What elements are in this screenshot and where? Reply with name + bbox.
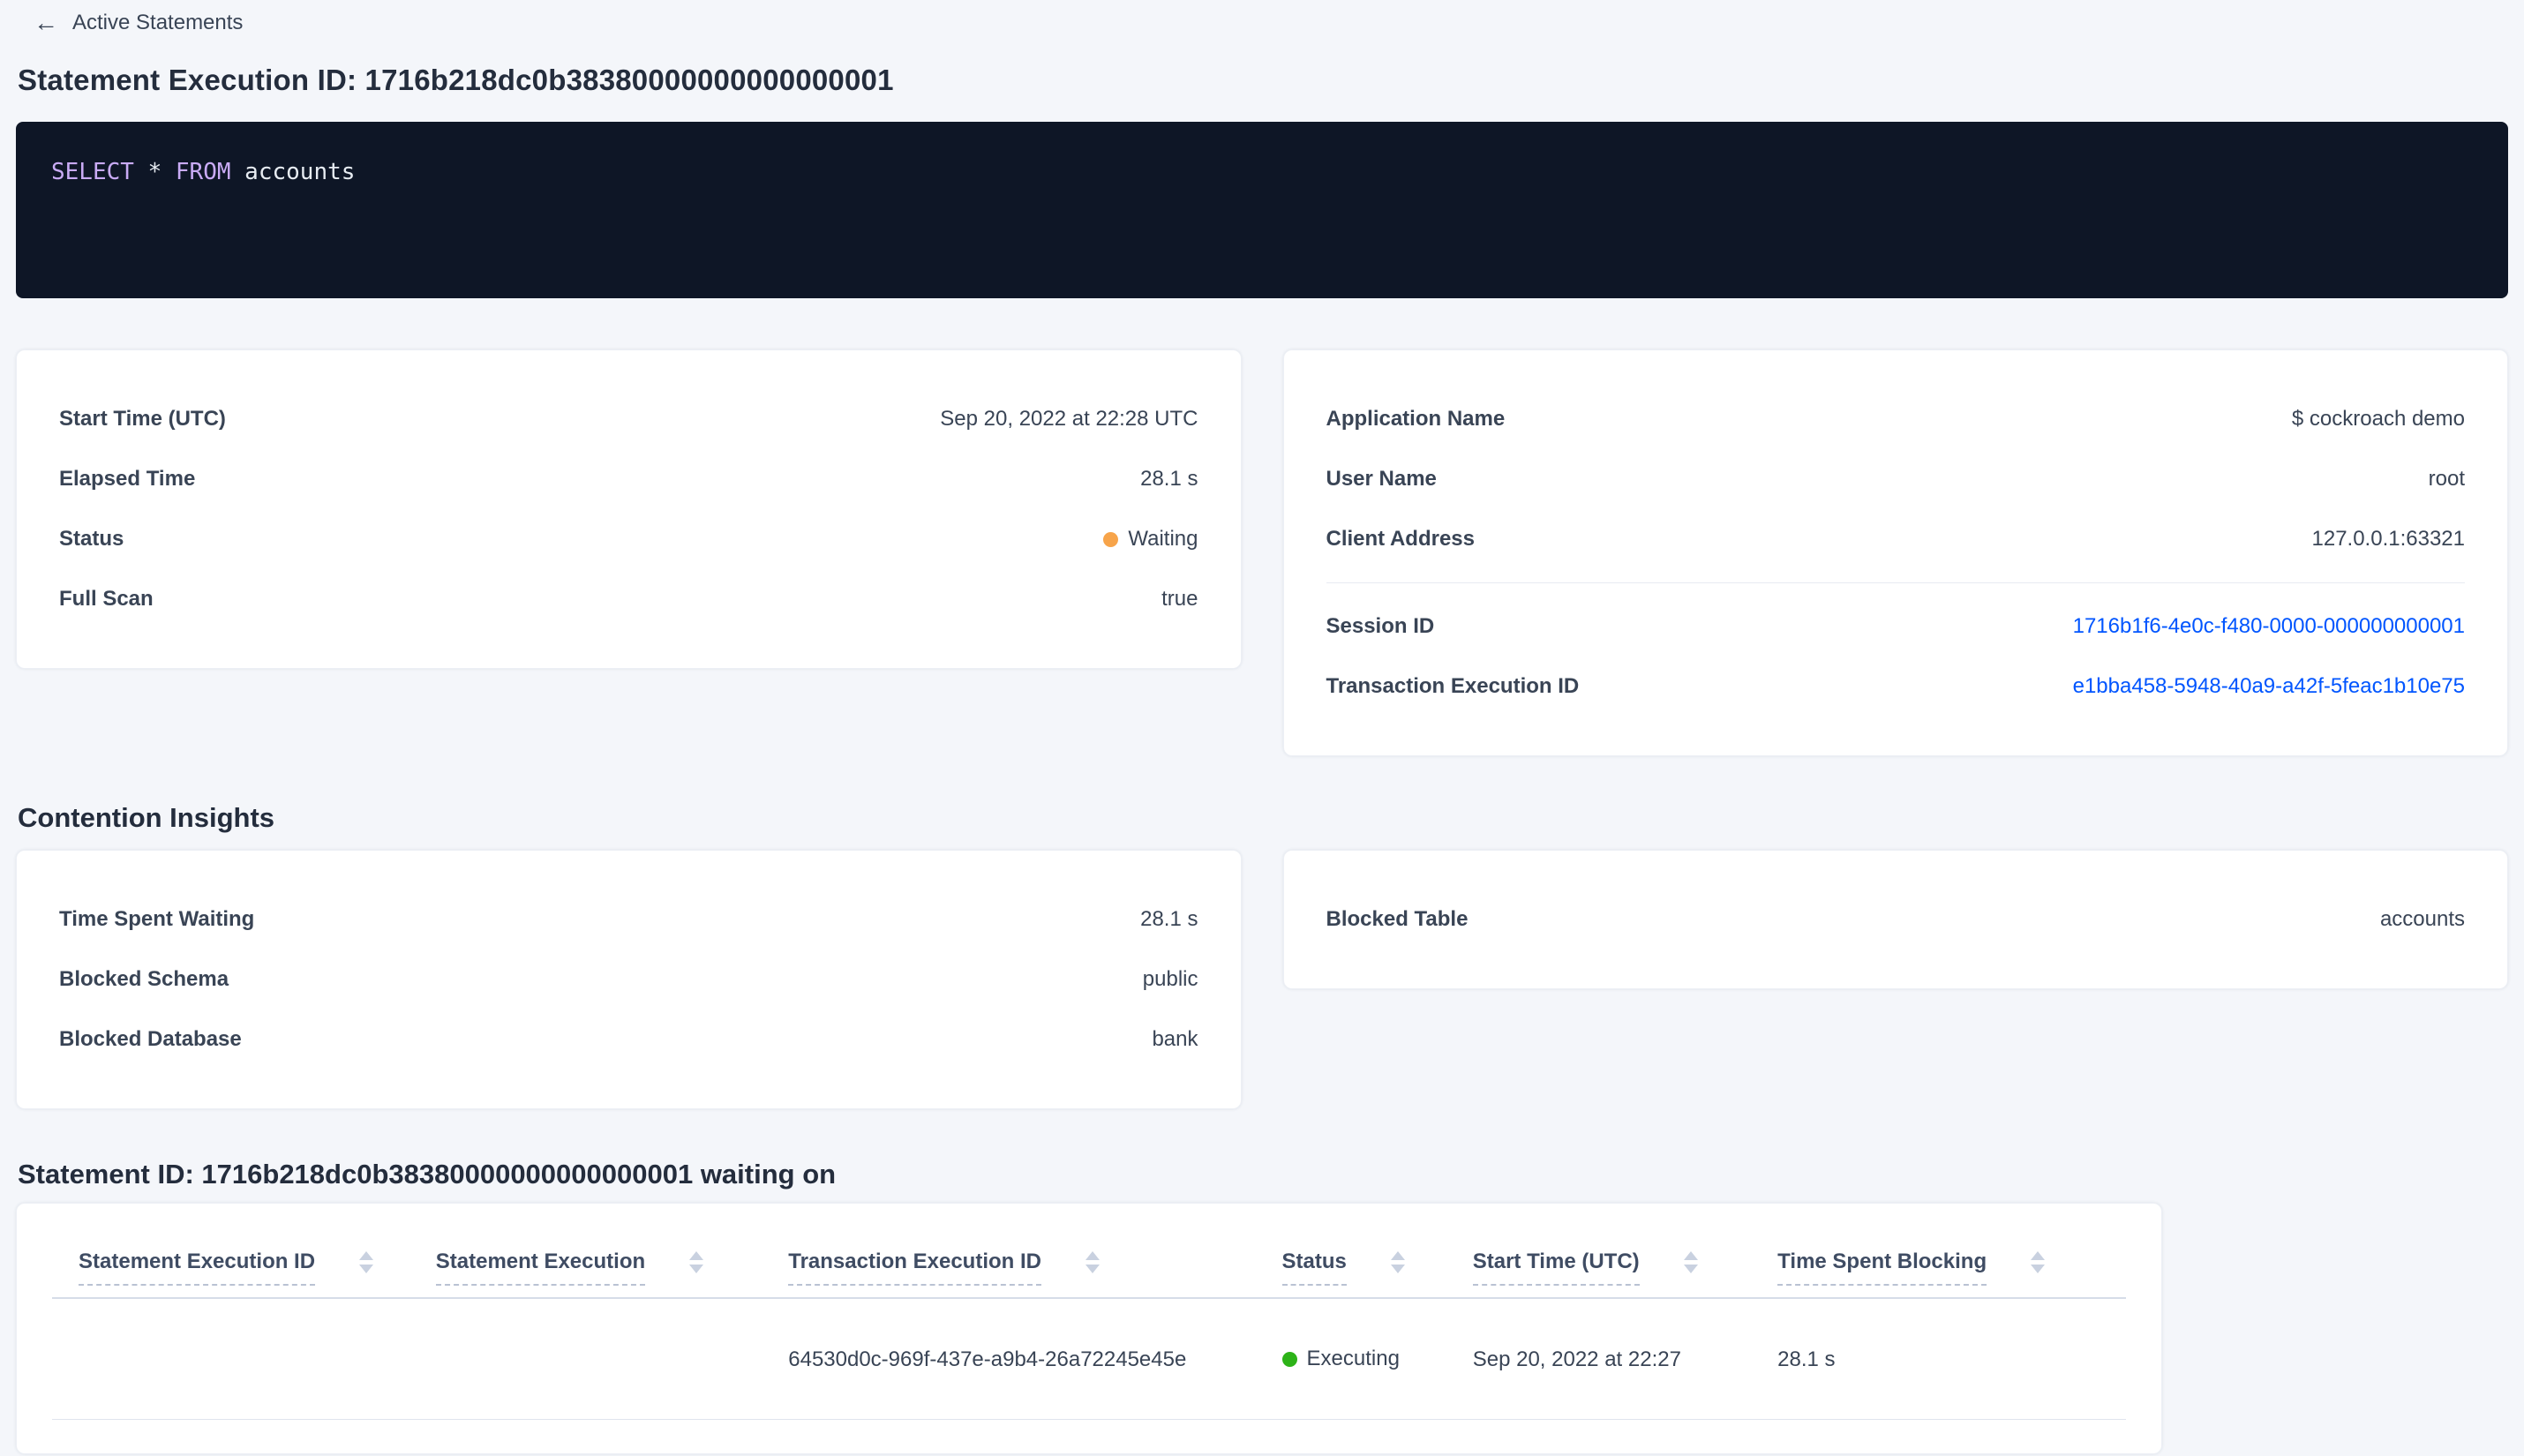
column-header-label: Status	[1281, 1250, 1348, 1286]
card-divider	[1326, 582, 2465, 583]
sql-statement-box: SELECT * FROM accounts	[16, 122, 2508, 298]
status-text: Waiting	[1128, 527, 1198, 551]
detail-value: accounts	[2379, 907, 2465, 931]
sort-arrows-icon	[689, 1250, 704, 1273]
sort-arrows-icon	[1683, 1250, 1698, 1273]
back-link-label: Active Statements	[72, 11, 244, 34]
sql-keyword-from: FROM	[175, 159, 231, 185]
detail-label: Time Spent Waiting	[59, 907, 255, 931]
detail-value: true	[1161, 587, 1198, 611]
arrow-left-icon: ←	[34, 9, 58, 36]
detail-value: Sep 20, 2022 at 22:28 UTC	[940, 407, 1198, 431]
cell-start-time: Sep 20, 2022 at 22:27	[1472, 1298, 1778, 1420]
page-title: Statement Execution ID: 1716b218dc0b3838…	[18, 64, 894, 96]
detail-row-blocked-table: Blocked Table accounts	[1326, 889, 2466, 949]
sort-arrows-icon	[2031, 1250, 2046, 1273]
cell-transaction-execution-id: 64530d0c-969f-437e-a9b4-26a72245e45e	[788, 1298, 1282, 1420]
contention-insights-title: Contention Insights	[18, 802, 275, 833]
column-header-transaction-execution-id[interactable]: Transaction Execution ID	[788, 1204, 1282, 1299]
detail-value: root	[2428, 467, 2465, 491]
detail-row-time-spent-waiting: Time Spent Waiting 28.1 s	[59, 889, 1198, 949]
contention-waiting-card: Time Spent Waiting 28.1 s Blocked Schema…	[16, 850, 1242, 1109]
detail-row-status: Status Waiting	[59, 509, 1198, 569]
detail-row-application-name: Application Name $ cockroach demo	[1326, 389, 2466, 449]
waiting-statements-table-card: Statement Execution ID Statement Executi…	[16, 1203, 2162, 1454]
detail-row-user-name: User Name root	[1326, 449, 2466, 509]
detail-label: Blocked Schema	[59, 967, 229, 991]
detail-row-full-scan: Full Scan true	[59, 569, 1198, 629]
detail-label: Transaction Execution ID	[1326, 674, 1580, 698]
detail-label: Status	[59, 527, 124, 551]
statement-execution-details-page: ← Active Statements Statement Execution …	[0, 0, 2524, 1454]
detail-row-elapsed-time: Elapsed Time 28.1 s	[59, 449, 1198, 509]
contention-cards-row: Time Spent Waiting 28.1 s Blocked Schema…	[16, 850, 2508, 1109]
status-badge: Waiting	[1103, 523, 1198, 555]
column-header-statement-execution[interactable]: Statement Execution	[435, 1204, 789, 1299]
detail-label: Elapsed Time	[59, 467, 196, 491]
waiting-on-title: Statement ID: 1716b218dc0b38380000000000…	[18, 1159, 837, 1190]
session-id-link[interactable]: 1716b1f6-4e0c-f480-0000-000000000001	[2073, 611, 2465, 642]
status-executing-dot-icon	[1281, 1351, 1297, 1367]
overview-cards-row: Start Time (UTC) Sep 20, 2022 at 22:28 U…	[16, 349, 2508, 756]
sort-arrows-icon	[1085, 1250, 1100, 1273]
column-header-label: Start Time (UTC)	[1472, 1250, 1640, 1286]
detail-row-blocked-database: Blocked Database bank	[59, 1009, 1198, 1069]
cell-status: Executing	[1281, 1298, 1473, 1420]
table-row: 64530d0c-969f-437e-a9b4-26a72245e45e Exe…	[52, 1298, 2126, 1420]
waiting-statements-table: Statement Execution ID Statement Executi…	[52, 1204, 2126, 1420]
detail-value: 28.1 s	[1140, 467, 1198, 491]
sql-keyword-select: SELECT	[51, 159, 134, 185]
column-header-time-spent-blocking[interactable]: Time Spent Blocking	[1777, 1204, 2126, 1299]
session-details-card: Application Name $ cockroach demo User N…	[1282, 349, 2508, 756]
column-header-status[interactable]: Status	[1281, 1204, 1473, 1299]
back-link-active-statements[interactable]: ← Active Statements	[34, 11, 243, 35]
sql-star-operator: *	[147, 159, 162, 185]
detail-label: Blocked Database	[59, 1027, 242, 1051]
detail-label: Session ID	[1326, 614, 1435, 638]
detail-value: public	[1142, 967, 1198, 991]
detail-row-session-id: Session ID 1716b1f6-4e0c-f480-0000-00000…	[1326, 597, 2466, 657]
status-badge: Executing	[1281, 1347, 1400, 1371]
detail-label: Start Time (UTC)	[59, 407, 226, 431]
detail-value: 127.0.0.1:63321	[2311, 527, 2466, 551]
status-text: Executing	[1306, 1347, 1400, 1370]
detail-row-blocked-schema: Blocked Schema public	[59, 949, 1198, 1009]
sort-arrows-icon	[1390, 1250, 1405, 1273]
contention-blocked-table-card: Blocked Table accounts	[1282, 850, 2508, 989]
cell-statement-execution	[435, 1298, 789, 1420]
column-header-label: Time Spent Blocking	[1777, 1250, 1987, 1286]
sql-table-name: accounts	[244, 159, 356, 185]
detail-row-client-address: Client Address 127.0.0.1:63321	[1326, 509, 2466, 569]
column-header-start-time[interactable]: Start Time (UTC)	[1472, 1204, 1778, 1299]
detail-row-transaction-execution-id: Transaction Execution ID e1bba458-5948-4…	[1326, 657, 2466, 717]
detail-label: Client Address	[1326, 527, 1475, 551]
detail-value: bank	[1152, 1027, 1198, 1051]
detail-row-start-time: Start Time (UTC) Sep 20, 2022 at 22:28 U…	[59, 389, 1198, 449]
column-header-label: Transaction Execution ID	[788, 1250, 1041, 1286]
column-header-label: Statement Execution	[435, 1250, 646, 1286]
cell-statement-execution-id	[52, 1298, 436, 1420]
detail-value: $ cockroach demo	[2291, 407, 2465, 431]
table-header-row: Statement Execution ID Statement Executi…	[52, 1204, 2126, 1299]
detail-label: Application Name	[1326, 407, 1506, 431]
cell-time-spent-blocking: 28.1 s	[1777, 1298, 2126, 1420]
status-waiting-dot-icon	[1103, 531, 1119, 547]
execution-overview-card: Start Time (UTC) Sep 20, 2022 at 22:28 U…	[16, 349, 1242, 669]
detail-value: 28.1 s	[1140, 907, 1198, 931]
column-header-label: Statement Execution ID	[79, 1250, 316, 1286]
sort-arrows-icon	[359, 1250, 374, 1273]
detail-label: User Name	[1326, 467, 1437, 491]
transaction-execution-id-link[interactable]: e1bba458-5948-40a9-a42f-5feac1b10e75	[2073, 671, 2465, 702]
detail-label: Blocked Table	[1326, 907, 1469, 931]
column-header-statement-execution-id[interactable]: Statement Execution ID	[52, 1204, 436, 1299]
detail-label: Full Scan	[59, 587, 154, 611]
